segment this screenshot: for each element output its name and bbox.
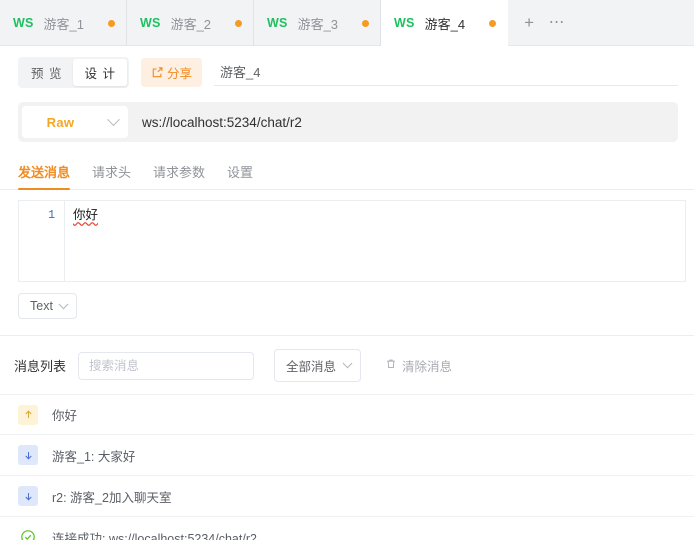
chevron-down-icon: [58, 298, 69, 309]
top-toolbar: 预 览设 计 分享: [0, 46, 694, 98]
arrow-up-icon: [18, 404, 38, 425]
tab-游客_2[interactable]: WS 游客_2: [127, 0, 255, 46]
arrow-down-icon: [18, 445, 38, 465]
message-row[interactable]: 连接成功: ws://localhost:5234/chat/r2: [0, 517, 694, 540]
check-circle-icon: [18, 527, 38, 540]
chevron-down-icon: [342, 358, 353, 369]
tab-protocol-badge: WS: [140, 16, 161, 30]
body-type-value: Raw: [46, 114, 75, 130]
tab-bar: WS 游客_1 WS 游客_2 WS 游客_3 WS 游客_4 + ⋯: [0, 0, 694, 46]
tab-list: WS 游客_1 WS 游客_2 WS 游客_3 WS 游客_4: [0, 0, 509, 46]
request-section-tabs: 发送消息 请求头 请求参数 设置: [0, 156, 694, 190]
editor-line-number: 1: [48, 209, 55, 222]
clear-messages-button[interactable]: 清除消息: [385, 356, 452, 375]
add-tab-button[interactable]: +: [516, 10, 542, 36]
message-editor-container: 1 你好: [0, 190, 694, 282]
arrow-down-icon: [18, 486, 38, 506]
subtab-设置[interactable]: 设置: [227, 162, 253, 189]
view-mode-segmented-control: 预 览设 计: [18, 57, 129, 88]
message-text: 连接成功: ws://localhost:5234/chat/r2: [52, 531, 257, 540]
tab-unsaved-dot[interactable]: [489, 19, 497, 27]
url-bar: Raw: [18, 102, 678, 142]
message-row[interactable]: 游客_1: 大家好: [0, 435, 694, 476]
editor-footer: Text: [0, 282, 694, 319]
message-editor[interactable]: 1 你好: [18, 200, 686, 282]
tab-bar-tools: + ⋯: [508, 0, 580, 45]
url-bar-container: Raw: [0, 98, 694, 142]
request-name-input[interactable]: [213, 59, 678, 86]
view-mode-option-0[interactable]: 预 览: [20, 59, 73, 86]
message-row[interactable]: r2: 游客_2加入聊天室: [0, 476, 694, 517]
message-row[interactable]: 你好: [0, 394, 694, 435]
body-type-select[interactable]: Raw: [22, 106, 128, 138]
tab-游客_3[interactable]: WS 游客_3: [254, 0, 382, 46]
message-text: 你好: [52, 409, 78, 423]
trash-icon: [385, 358, 397, 373]
tab-label: 游客_1: [43, 16, 85, 32]
tab-游客_4[interactable]: WS 游客_4: [381, 0, 509, 46]
editor-line-gutter: 1: [19, 201, 65, 281]
tab-unsaved-dot[interactable]: [362, 19, 370, 27]
message-list-title: 消息列表: [14, 359, 67, 374]
message-format-value: Text: [30, 299, 53, 313]
url-input[interactable]: [128, 102, 678, 142]
editor-code-area[interactable]: 你好: [65, 201, 685, 281]
share-icon: [151, 66, 164, 79]
tab-unsaved-dot[interactable]: [108, 19, 116, 27]
subtab-请求头[interactable]: 请求头: [92, 162, 131, 189]
message-list: 你好游客_1: 大家好 r2: 游客_2加入聊天室连接成功: ws://local…: [0, 394, 694, 540]
chevron-down-icon: [107, 112, 120, 126]
tab-protocol-badge: WS: [267, 16, 288, 30]
share-button-label: 分享: [166, 67, 192, 81]
tab-label: 游客_4: [424, 16, 466, 32]
view-mode-option-1[interactable]: 设 计: [73, 59, 127, 86]
tab-游客_1[interactable]: WS 游客_1: [0, 0, 128, 46]
tab-more-button[interactable]: ⋯: [544, 10, 570, 36]
clear-messages-label: 清除消息: [402, 360, 453, 374]
tab-protocol-badge: WS: [394, 16, 415, 30]
tab-unsaved-dot[interactable]: [235, 19, 243, 27]
message-filter-select[interactable]: 全部消息: [274, 349, 362, 382]
tab-label: 游客_3: [297, 16, 339, 32]
message-filter-value: 全部消息: [286, 360, 337, 374]
tab-protocol-badge: WS: [13, 16, 34, 30]
message-text: r2: 游客_2加入聊天室: [52, 490, 172, 505]
share-button[interactable]: 分享: [140, 58, 202, 87]
message-list-toolbar: 消息列表 全部消息 清除消息: [0, 336, 694, 394]
subtab-发送消息[interactable]: 发送消息: [18, 162, 71, 190]
tab-label: 游客_2: [170, 16, 212, 32]
message-text: 游客_1: 大家好: [52, 449, 136, 464]
message-format-select[interactable]: Text: [18, 293, 77, 319]
subtab-请求参数[interactable]: 请求参数: [153, 162, 205, 189]
search-input[interactable]: [78, 351, 255, 380]
editor-code-line[interactable]: 你好: [73, 207, 98, 224]
